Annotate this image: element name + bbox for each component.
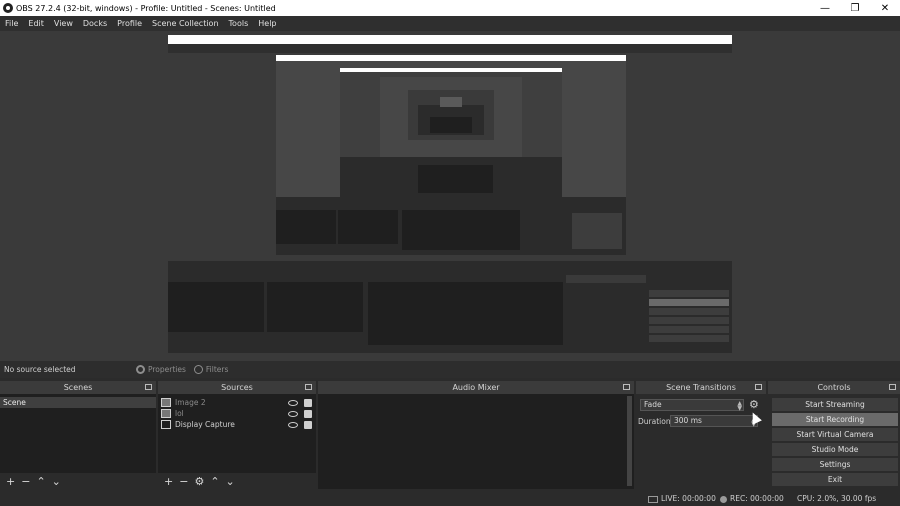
undock-icon[interactable] bbox=[755, 384, 762, 390]
lock-icon[interactable] bbox=[304, 398, 312, 407]
add-icon[interactable]: + bbox=[164, 475, 173, 488]
rec-status: REC: 00:00:00 bbox=[720, 494, 784, 503]
duration-label: Duration bbox=[638, 417, 671, 426]
sources-dock: Sources Image 2 lol Display Capture + − … bbox=[158, 381, 316, 491]
preview-area bbox=[0, 31, 900, 361]
scene-transitions-dock: Scene Transitions Fade ▲ ▼ ⚙ Duration 300… bbox=[636, 381, 766, 491]
start-recording-button[interactable]: Start Recording bbox=[772, 413, 898, 426]
preview-canvas[interactable] bbox=[168, 35, 732, 353]
image-icon bbox=[161, 398, 171, 407]
scenes-toolbar: + − ⌃ ⌄ bbox=[0, 473, 156, 489]
audio-mixer-title: Audio Mixer bbox=[452, 383, 500, 392]
lock-icon[interactable] bbox=[304, 420, 312, 429]
visibility-eye-icon[interactable] bbox=[288, 410, 298, 417]
sources-list: Image 2 lol Display Capture bbox=[158, 394, 316, 473]
sources-title: Sources bbox=[221, 383, 253, 392]
transition-settings-gear-icon[interactable]: ⚙ bbox=[749, 398, 759, 411]
properties-button[interactable]: Properties bbox=[136, 365, 186, 374]
close-button[interactable]: ✕ bbox=[870, 0, 900, 16]
move-up-icon[interactable]: ⌃ bbox=[210, 475, 219, 488]
menu-tools[interactable]: Tools bbox=[224, 16, 254, 31]
exit-button[interactable]: Exit bbox=[772, 473, 898, 486]
remove-icon[interactable]: − bbox=[21, 475, 30, 488]
menu-view[interactable]: View bbox=[49, 16, 78, 31]
cpu-status: CPU: 2.0%, 30.00 fps bbox=[797, 494, 877, 503]
duration-value: 300 ms bbox=[674, 416, 702, 425]
rec-time: REC: 00:00:00 bbox=[730, 494, 784, 503]
source-name: Image 2 bbox=[175, 398, 206, 407]
menu-file[interactable]: File bbox=[0, 16, 23, 31]
monitor-icon bbox=[161, 420, 171, 429]
minimize-button[interactable]: — bbox=[810, 0, 840, 16]
window-title: OBS 27.2.4 (32-bit, windows) - Profile: … bbox=[16, 3, 276, 13]
live-time: LIVE: 00:00:00 bbox=[661, 494, 716, 503]
controls-dock-title: Controls bbox=[768, 381, 900, 394]
title-bar: OBS 27.2.4 (32-bit, windows) - Profile: … bbox=[0, 0, 900, 16]
chevron-updown-icon: ▲ ▼ bbox=[737, 400, 742, 412]
table-row[interactable]: lol bbox=[158, 408, 316, 419]
table-row[interactable]: Image 2 bbox=[158, 397, 316, 408]
scenes-dock-title: Scenes bbox=[0, 381, 156, 394]
move-down-icon[interactable]: ⌄ bbox=[226, 475, 235, 488]
duration-input[interactable]: 300 ms ▲ ▼ bbox=[670, 415, 758, 428]
scenes-title: Scenes bbox=[63, 383, 93, 392]
move-down-icon[interactable]: ⌄ bbox=[52, 475, 61, 488]
undock-icon[interactable] bbox=[623, 384, 630, 390]
undock-icon[interactable] bbox=[889, 384, 896, 390]
sources-dock-title: Sources bbox=[158, 381, 316, 394]
menu-edit[interactable]: Edit bbox=[23, 16, 49, 31]
menu-docks[interactable]: Docks bbox=[78, 16, 112, 31]
start-virtual-camera-button[interactable]: Start Virtual Camera bbox=[772, 428, 898, 441]
transitions-title: Scene Transitions bbox=[666, 383, 736, 392]
scenes-dock: Scenes Scene + − ⌃ ⌄ bbox=[0, 381, 156, 491]
network-icon bbox=[648, 495, 658, 503]
audio-mixer-dock: Audio Mixer bbox=[318, 381, 634, 491]
add-icon[interactable]: + bbox=[6, 475, 15, 488]
sources-toolbar: + − ⚙ ⌃ ⌄ bbox=[158, 473, 316, 489]
undock-icon[interactable] bbox=[145, 384, 152, 390]
start-streaming-button[interactable]: Start Streaming bbox=[772, 398, 898, 411]
record-dot-icon bbox=[720, 495, 727, 503]
gear-icon[interactable]: ⚙ bbox=[194, 475, 204, 488]
no-source-label: No source selected bbox=[4, 365, 76, 374]
properties-label: Properties bbox=[148, 365, 186, 374]
source-name: lol bbox=[175, 409, 184, 418]
filters-button[interactable]: Filters bbox=[193, 365, 229, 374]
undock-icon[interactable] bbox=[305, 384, 312, 390]
settings-button[interactable]: Settings bbox=[772, 458, 898, 471]
source-toolbar: No source selected Properties Filters bbox=[0, 361, 900, 378]
live-status: LIVE: 00:00:00 bbox=[648, 494, 716, 503]
menu-profile[interactable]: Profile bbox=[112, 16, 147, 31]
source-name: Display Capture bbox=[175, 420, 235, 429]
filters-label: Filters bbox=[205, 365, 229, 374]
obs-logo-icon bbox=[3, 3, 13, 13]
table-row[interactable]: Display Capture bbox=[158, 419, 316, 430]
transition-selected: Fade bbox=[644, 400, 662, 409]
visibility-eye-icon[interactable] bbox=[288, 399, 298, 406]
remove-icon[interactable]: − bbox=[179, 475, 188, 488]
list-item[interactable]: Scene bbox=[0, 397, 156, 408]
menu-scene-collection[interactable]: Scene Collection bbox=[147, 16, 224, 31]
scenes-list: Scene bbox=[0, 394, 156, 473]
menu-help[interactable]: Help bbox=[253, 16, 281, 31]
visibility-eye-icon[interactable] bbox=[288, 421, 298, 428]
maximize-button[interactable]: ❐ bbox=[840, 0, 870, 16]
status-bar: LIVE: 00:00:00 REC: 00:00:00 CPU: 2.0%, … bbox=[0, 491, 900, 506]
studio-mode-button[interactable]: Studio Mode bbox=[772, 443, 898, 456]
transitions-dock-title: Scene Transitions bbox=[636, 381, 766, 394]
lock-icon[interactable] bbox=[304, 409, 312, 418]
transition-select[interactable]: Fade ▲ ▼ bbox=[640, 399, 744, 412]
filter-icon bbox=[193, 365, 203, 374]
audio-mixer-dock-title: Audio Mixer bbox=[318, 381, 634, 394]
mixer-scrollbar[interactable] bbox=[627, 396, 632, 486]
menu-bar: File Edit View Docks Profile Scene Colle… bbox=[0, 16, 900, 31]
audio-mixer-body bbox=[318, 394, 634, 489]
image-icon bbox=[161, 409, 171, 418]
gear-icon bbox=[136, 365, 145, 374]
window-controls: — ❐ ✕ bbox=[810, 0, 900, 16]
controls-title: Controls bbox=[817, 383, 851, 392]
recursive-display-capture bbox=[168, 35, 732, 353]
move-up-icon[interactable]: ⌃ bbox=[36, 475, 45, 488]
